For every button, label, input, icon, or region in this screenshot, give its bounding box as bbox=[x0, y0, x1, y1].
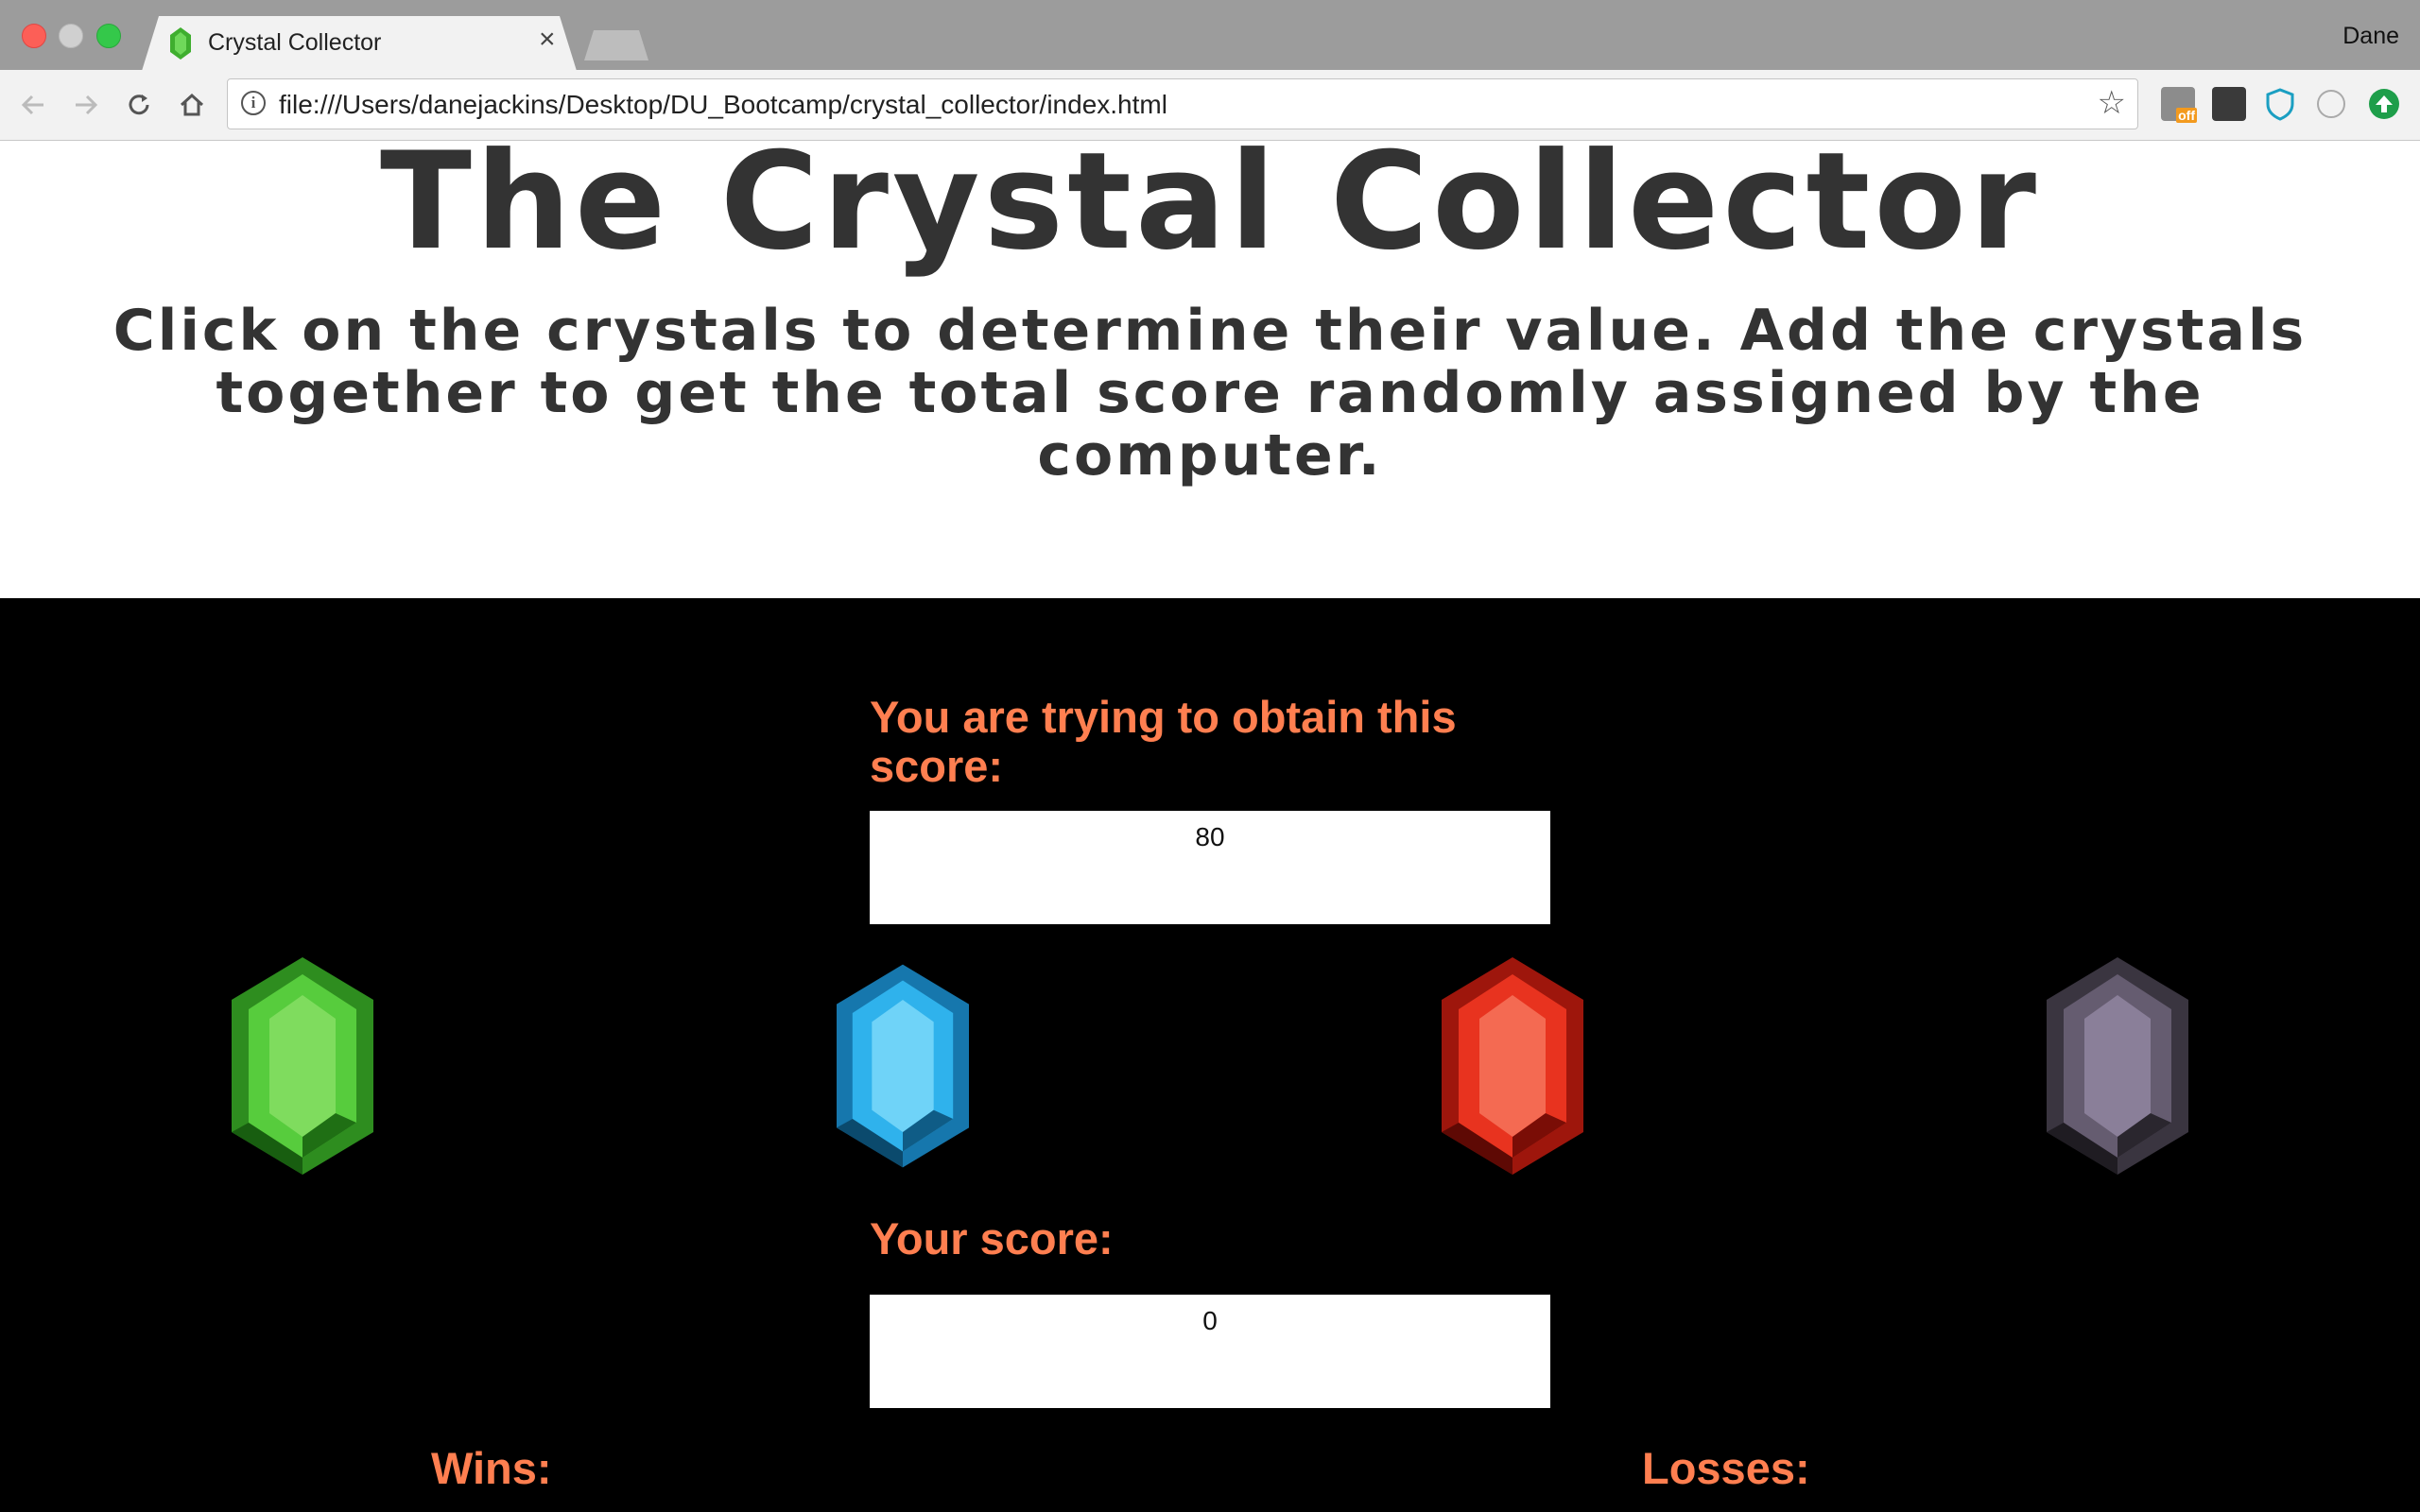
forward-arrow-icon[interactable] bbox=[68, 87, 104, 123]
purple-crystal[interactable] bbox=[2047, 957, 2188, 1175]
update-icon[interactable] bbox=[2367, 87, 2401, 121]
target-score-label: You are trying to obtain this score: bbox=[870, 692, 1457, 791]
home-icon[interactable] bbox=[174, 87, 210, 123]
new-tab-button[interactable] bbox=[584, 30, 648, 60]
wiki-icon[interactable] bbox=[2212, 87, 2246, 121]
reload-icon[interactable] bbox=[121, 87, 157, 123]
wins-label: Wins: bbox=[431, 1443, 552, 1493]
your-score-value: 0 bbox=[1202, 1306, 1218, 1335]
red-crystal[interactable] bbox=[1442, 957, 1583, 1175]
minimize-window-button[interactable] bbox=[59, 24, 83, 48]
close-window-button[interactable] bbox=[22, 24, 46, 48]
your-score-label: Your score: bbox=[870, 1213, 1114, 1263]
green-crystal[interactable] bbox=[232, 957, 373, 1175]
url-text[interactable]: file:///Users/danejackins/Desktop/DU_Boo… bbox=[279, 90, 1167, 120]
browser-toolbar: i file:///Users/danejackins/Desktop/DU_B… bbox=[0, 70, 2420, 141]
back-arrow-icon[interactable] bbox=[15, 87, 51, 123]
browser-titlebar: Crystal Collector × Dane bbox=[0, 0, 2420, 71]
bookmark-star-icon[interactable]: ☆ bbox=[2098, 84, 2126, 122]
info-icon[interactable]: i bbox=[241, 91, 266, 115]
page-title: The Crystal Collector bbox=[380, 141, 2040, 280]
address-bar[interactable]: i file:///Users/danejackins/Desktop/DU_B… bbox=[227, 78, 2138, 129]
target-score-box: 80 bbox=[870, 811, 1550, 924]
crystal-favicon-icon bbox=[170, 27, 191, 60]
instructions-text: Click on the crystals to determine their… bbox=[112, 298, 2308, 489]
target-score-value: 80 bbox=[1195, 822, 1225, 851]
tab-title: Crystal Collector bbox=[208, 29, 382, 56]
purple-crystal-icon bbox=[2047, 957, 2188, 1175]
game-area: You are trying to obtain this score: 80 bbox=[0, 598, 2420, 1512]
profile-name[interactable]: Dane bbox=[2342, 23, 2399, 50]
page-header: The Crystal Collector Click on the cryst… bbox=[0, 141, 2420, 598]
browser-tab[interactable]: Crystal Collector × bbox=[142, 16, 577, 71]
tab-close-icon[interactable]: × bbox=[539, 26, 556, 54]
your-score-box: 0 bbox=[870, 1295, 1550, 1408]
blue-crystal-icon bbox=[837, 964, 969, 1168]
shield-icon[interactable] bbox=[2263, 87, 2297, 121]
code-icon[interactable] bbox=[2314, 87, 2348, 121]
zoom-window-button[interactable] bbox=[96, 24, 121, 48]
green-crystal-icon bbox=[232, 957, 373, 1175]
red-crystal-icon bbox=[1442, 957, 1583, 1175]
losses-label: Losses: bbox=[1642, 1443, 1810, 1493]
off-badge-icon[interactable]: off bbox=[2161, 87, 2197, 123]
blue-crystal[interactable] bbox=[837, 962, 969, 1170]
